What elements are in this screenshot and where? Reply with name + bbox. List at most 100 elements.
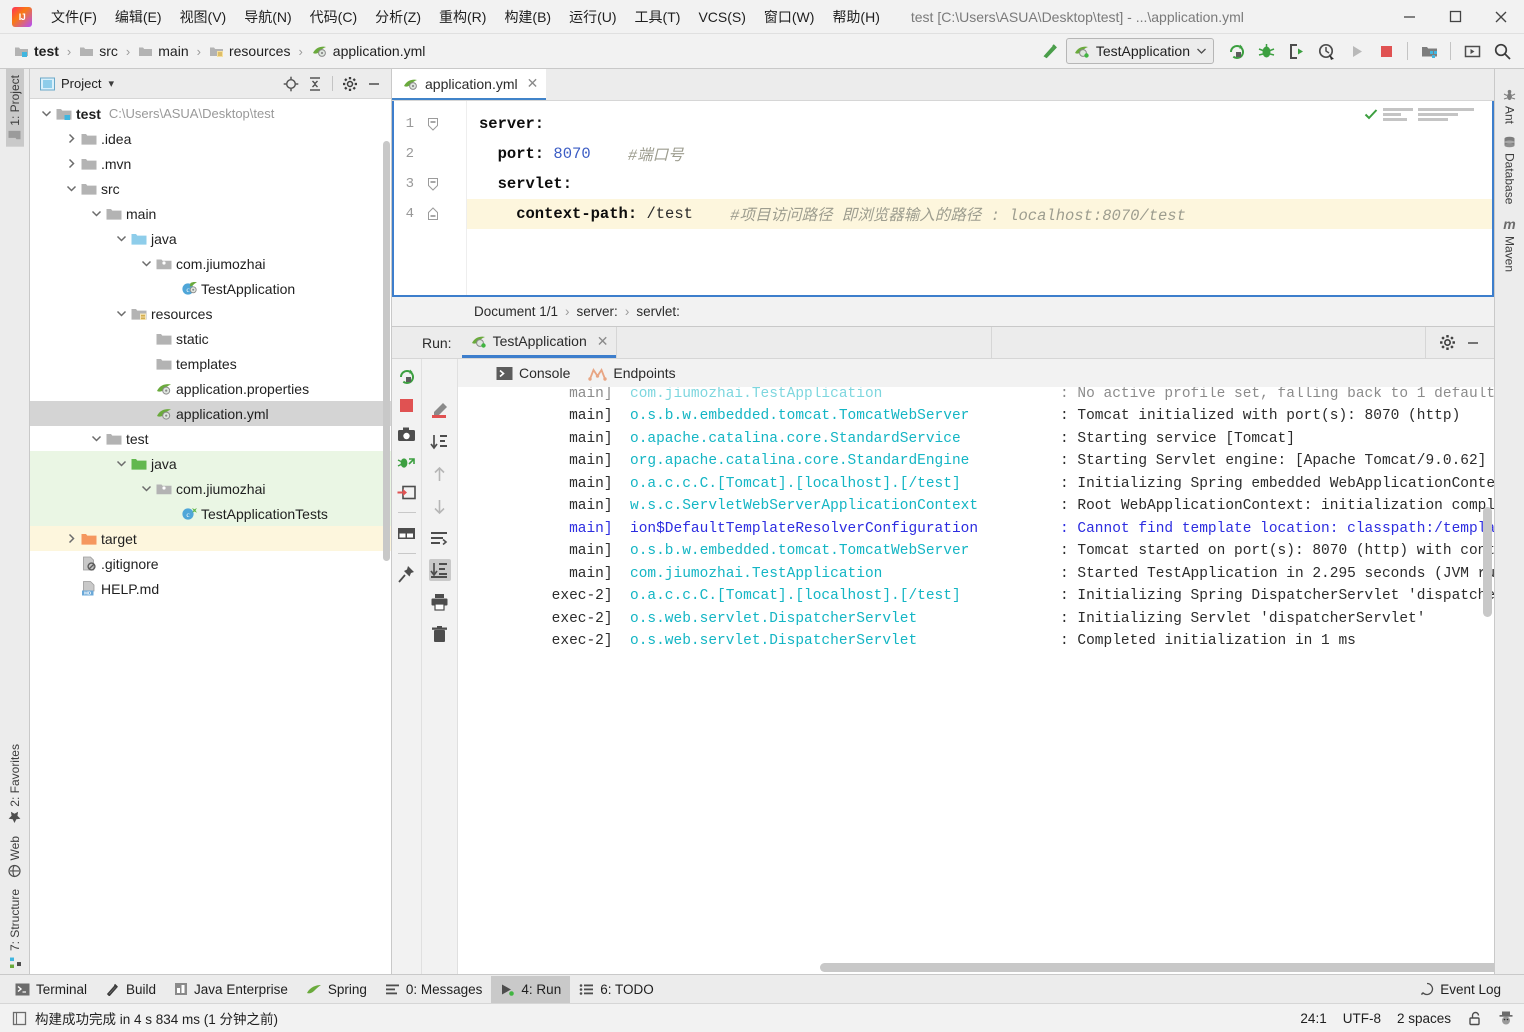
console-output[interactable]: main] com.jiumozhai.TestApplication: No …: [458, 387, 1494, 974]
sidebar-item-web[interactable]: Web: [6, 830, 24, 883]
chevron-down-icon[interactable]: [1196, 47, 1207, 55]
clear-all-icon[interactable]: [429, 623, 451, 645]
tree-node-test[interactable]: testC:\Users\ASUA\Desktop\test: [30, 101, 391, 126]
tree-node-java[interactable]: java: [30, 226, 391, 251]
tool-button-run[interactable]: 4: Run: [491, 976, 570, 1003]
tree-node-target[interactable]: target: [30, 526, 391, 551]
hector-inspection-icon[interactable]: [1498, 1010, 1514, 1026]
code-line-1[interactable]: server:: [467, 109, 1492, 139]
chevron-right-icon[interactable]: [63, 158, 79, 169]
tool-button-build[interactable]: Build: [96, 976, 165, 1003]
settings-gear-icon[interactable]: [1436, 332, 1458, 354]
tool-button-java-enterprise[interactable]: Java Enterprise: [165, 976, 297, 1003]
tool-button-messages[interactable]: 0: Messages: [376, 976, 492, 1003]
chevron-right-icon[interactable]: [63, 533, 79, 544]
tab-endpoints[interactable]: Endpoints: [588, 365, 675, 381]
menu-run[interactable]: 运行(U): [560, 4, 625, 30]
menu-build[interactable]: 构建(B): [495, 4, 560, 30]
menu-help[interactable]: 帮助(H): [823, 4, 888, 30]
gutter-line-4[interactable]: 4: [394, 199, 466, 229]
tree-node-com-jiumozhai[interactable]: com.jiumozhai: [30, 251, 391, 276]
tab-console[interactable]: Console: [496, 365, 570, 381]
minimize-icon[interactable]: [1386, 0, 1432, 34]
code-line-2[interactable]: port: 8070 #端口号: [467, 139, 1492, 169]
gutter-line-1[interactable]: 1: [394, 109, 466, 139]
menu-navigate[interactable]: 导航(N): [235, 4, 300, 30]
debug-button[interactable]: [1252, 37, 1280, 65]
up-icon[interactable]: [429, 463, 451, 485]
tree-node-testapplicationtests[interactable]: cTestApplicationTests: [30, 501, 391, 526]
code-line-3[interactable]: servlet:: [467, 169, 1492, 199]
menu-file[interactable]: 文件(F): [42, 4, 106, 30]
tab-application-yml[interactable]: application.yml ✕: [392, 69, 546, 100]
breadcrumb-item-test[interactable]: test: [12, 41, 61, 61]
breadcrumb-server[interactable]: server:: [577, 304, 618, 319]
chevron-down-icon[interactable]: [38, 109, 54, 118]
editor-gutter[interactable]: 1234: [394, 101, 466, 295]
gutter-line-3[interactable]: 3: [394, 169, 466, 199]
hide-icon[interactable]: [1462, 332, 1484, 354]
tool-button-event-log[interactable]: Event Log: [1411, 976, 1510, 1003]
chevron-down-icon[interactable]: [113, 234, 129, 243]
collapse-all-icon[interactable]: [304, 73, 326, 95]
menu-analyze[interactable]: 分析(Z): [366, 4, 430, 30]
file-encoding[interactable]: UTF-8: [1343, 1011, 1381, 1026]
chevron-down-icon[interactable]: [138, 259, 154, 268]
stop-button[interactable]: [1372, 37, 1400, 65]
chevron-down-icon[interactable]: [113, 459, 129, 468]
menu-refactor[interactable]: 重构(R): [430, 4, 495, 30]
tree-node-static[interactable]: static: [30, 326, 391, 351]
rerun-button[interactable]: [1222, 37, 1250, 65]
indent-setting[interactable]: 2 spaces: [1397, 1011, 1451, 1026]
tool-button-terminal[interactable]: Terminal: [6, 976, 96, 1003]
caret-position[interactable]: 24:1: [1300, 1011, 1326, 1026]
close-icon[interactable]: ✕: [527, 75, 539, 92]
tree-node--gitignore[interactable]: .gitignore: [30, 551, 391, 576]
tool-button-spring[interactable]: Spring: [297, 976, 376, 1003]
code-line-4[interactable]: context-path: /test #项目访问路径 即浏览器输入的路径 : …: [467, 199, 1492, 229]
run-button[interactable]: [1342, 37, 1370, 65]
tree-node-application-yml[interactable]: application.yml: [30, 401, 391, 426]
scroll-to-end-selected-icon[interactable]: [429, 559, 451, 581]
stop-icon[interactable]: [396, 394, 418, 416]
run-tab-testapplication[interactable]: TestApplication ✕: [462, 327, 617, 358]
chevron-down-icon[interactable]: [63, 184, 79, 193]
run-with-coverage-button[interactable]: [1282, 37, 1310, 65]
soft-wrap-icon[interactable]: [429, 527, 451, 549]
scroll-to-end-icon[interactable]: [429, 431, 451, 453]
down-icon[interactable]: [429, 495, 451, 517]
unlocked-padlock-icon[interactable]: [1467, 1011, 1482, 1026]
project-tree-scrollbar[interactable]: [383, 141, 390, 561]
tool-button-todo[interactable]: 6: TODO: [570, 976, 663, 1003]
sidebar-item-maven[interactable]: m Maven: [1501, 210, 1519, 278]
screenshot-icon[interactable]: [396, 423, 418, 445]
breadcrumb-document[interactable]: Document 1/1: [474, 304, 558, 319]
menu-tools[interactable]: 工具(T): [626, 4, 690, 30]
inspection-widget[interactable]: [1364, 107, 1474, 121]
build-hammer-icon[interactable]: [1036, 37, 1064, 65]
hide-icon[interactable]: [363, 73, 385, 95]
restore-layout-icon[interactable]: [396, 481, 418, 503]
menu-window[interactable]: 窗口(W): [755, 4, 824, 30]
chevron-down-icon[interactable]: [88, 434, 104, 443]
highlight-icon[interactable]: [429, 399, 451, 421]
thread-dump-icon[interactable]: [396, 452, 418, 474]
tree-node-resources[interactable]: resources: [30, 301, 391, 326]
tree-node-main[interactable]: main: [30, 201, 391, 226]
console-horizontal-scrollbar[interactable]: [820, 963, 1494, 972]
layout-icon[interactable]: [396, 522, 418, 544]
menu-edit[interactable]: 编辑(E): [106, 4, 171, 30]
tree-node-src[interactable]: src: [30, 176, 391, 201]
search-everywhere-button[interactable]: [1488, 37, 1516, 65]
chevron-down-icon[interactable]: [88, 209, 104, 218]
breadcrumb-item-resources[interactable]: resources: [207, 41, 292, 61]
sidebar-item-project[interactable]: 1: Project: [6, 69, 24, 147]
menu-code[interactable]: 代码(C): [301, 4, 366, 30]
rerun-icon[interactable]: [396, 365, 418, 387]
close-icon[interactable]: ✕: [597, 333, 609, 350]
project-tree[interactable]: testC:\Users\ASUA\Desktop\test.idea.mvns…: [30, 99, 391, 974]
chevron-right-icon[interactable]: [63, 133, 79, 144]
update-application-button[interactable]: [1458, 37, 1486, 65]
tree-node-templates[interactable]: templates: [30, 351, 391, 376]
tree-node-test[interactable]: test: [30, 426, 391, 451]
